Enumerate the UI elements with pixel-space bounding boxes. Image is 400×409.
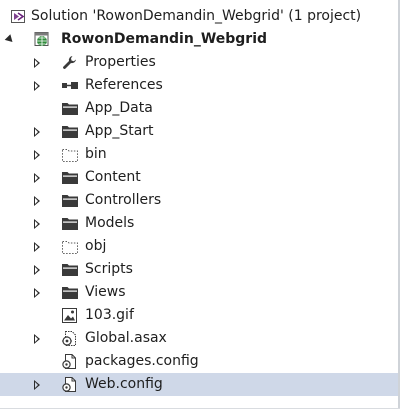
item-label: Properties (85, 54, 156, 70)
item-label: 103.gif (85, 307, 134, 323)
folder-icon (61, 192, 79, 209)
config-file-icon (61, 376, 79, 393)
collapsed-arrow-icon (34, 150, 40, 160)
item-label: Content (85, 169, 141, 185)
collapsed-arrow-icon (34, 265, 40, 275)
item-label: Models (85, 215, 135, 231)
collapsed-arrow-icon (34, 380, 40, 390)
item-label: Controllers (85, 192, 162, 208)
expand-toggle[interactable] (31, 166, 45, 189)
item-label: Views (85, 284, 126, 300)
expand-toggle[interactable] (31, 235, 45, 258)
expand-toggle[interactable] (31, 281, 45, 304)
expanded-arrow-icon (4, 34, 16, 45)
item-label: References (85, 77, 163, 93)
item-label: Scripts (85, 261, 133, 277)
tree-item-app-data[interactable]: App_Data (0, 97, 398, 120)
tree-item-controllers[interactable]: Controllers (0, 189, 398, 212)
tree-item-web-config[interactable]: Web.config (0, 373, 398, 396)
folder-icon (61, 169, 79, 186)
tree-item-references[interactable]: References (0, 74, 398, 97)
collapsed-arrow-icon (34, 334, 40, 344)
item-label: App_Data (85, 100, 153, 116)
item-label: bin (85, 146, 107, 162)
item-label: obj (85, 238, 107, 254)
tree-item-global-asax[interactable]: Global.asax (0, 327, 398, 350)
tree-item-properties[interactable]: Properties (0, 51, 398, 74)
item-label: Web.config (85, 376, 163, 392)
collapsed-arrow-icon (34, 81, 40, 91)
image-file-icon (61, 307, 79, 324)
tree-item-models[interactable]: Models (0, 212, 398, 235)
folder-icon (61, 123, 79, 140)
expand-toggle[interactable] (31, 373, 45, 396)
collapsed-arrow-icon (34, 242, 40, 252)
tree-item-app-start[interactable]: App_Start (0, 120, 398, 143)
expand-toggle[interactable] (31, 51, 45, 74)
expand-toggle[interactable] (31, 120, 45, 143)
project-label: RowonDemandin_Webgrid (61, 31, 268, 47)
expand-toggle[interactable] (31, 258, 45, 281)
collapsed-arrow-icon (34, 127, 40, 137)
collapsed-arrow-icon (34, 219, 40, 229)
dashed-folder-icon (61, 146, 79, 163)
folder-icon (61, 215, 79, 232)
solution-icon (10, 8, 28, 25)
tree-item-obj[interactable]: obj (0, 235, 398, 258)
item-label: Global.asax (85, 330, 167, 346)
wrench-icon (61, 54, 79, 71)
item-label: App_Start (85, 123, 154, 139)
expand-toggle[interactable] (31, 212, 45, 235)
collapsed-arrow-icon (34, 58, 40, 68)
folder-icon (61, 284, 79, 301)
config-file-icon (61, 353, 79, 370)
asax-file-icon (61, 330, 79, 347)
references-icon (61, 77, 79, 94)
dashed-folder-icon (61, 238, 79, 255)
tree-item-103-gif[interactable]: 103.gif (0, 304, 398, 327)
solution-label: Solution 'RowonDemandin_Webgrid' (1 proj… (31, 8, 362, 24)
tree-item-views[interactable]: Views (0, 281, 398, 304)
tree-item-solution[interactable]: Solution 'RowonDemandin_Webgrid' (1 proj… (0, 5, 398, 28)
expand-toggle[interactable] (31, 143, 45, 166)
tree-item-content[interactable]: Content (0, 166, 398, 189)
tree-item-project[interactable]: RowonDemandin_Webgrid (0, 28, 398, 51)
expand-toggle[interactable] (31, 74, 45, 97)
tree-item-bin[interactable]: bin (0, 143, 398, 166)
expand-toggle[interactable] (31, 327, 45, 350)
folder-icon (61, 261, 79, 278)
collapsed-arrow-icon (34, 288, 40, 298)
collapsed-arrow-icon (34, 196, 40, 206)
expand-toggle[interactable] (31, 189, 45, 212)
tree-item-packages-config[interactable]: packages.config (0, 350, 398, 373)
tree-item-scripts[interactable]: Scripts (0, 258, 398, 281)
collapsed-arrow-icon (34, 173, 40, 183)
web-project-icon (34, 31, 52, 48)
collapse-project-toggle[interactable] (4, 28, 18, 51)
folder-icon (61, 100, 79, 117)
item-label: packages.config (85, 353, 199, 369)
solution-explorer-tree: Solution 'RowonDemandin_Webgrid' (1 proj… (0, 5, 398, 396)
